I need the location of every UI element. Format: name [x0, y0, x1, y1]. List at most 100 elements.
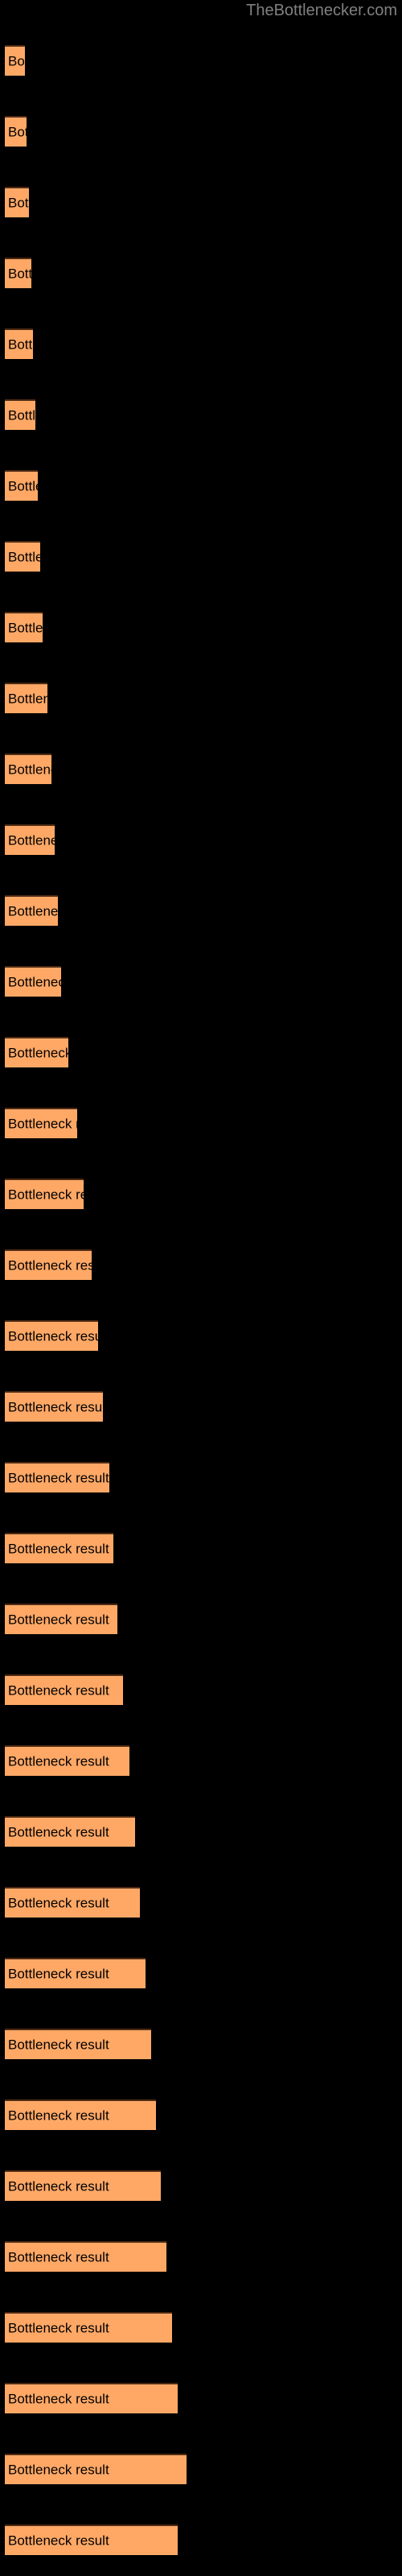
bar[interactable]: Bottleneck result	[5, 258, 31, 288]
bar-label: Bottleneck result	[8, 2178, 109, 2194]
bar-label: Bottleneck result	[8, 195, 29, 211]
bar[interactable]: Bottleneck result	[5, 1037, 68, 1067]
bar-label: Bottleneck result	[8, 1541, 109, 1557]
bar-row: Bottleneck result	[0, 1037, 402, 1067]
bar-label: Bottleneck result	[8, 1753, 109, 1769]
bar-row: Bottleneck result	[0, 683, 402, 713]
bar[interactable]: Bottleneck result	[5, 2029, 151, 2059]
bar-label: Bottleneck result	[8, 974, 61, 990]
bar-row: Bottleneck result	[0, 1674, 402, 1705]
bar[interactable]: Bottleneck result	[5, 1533, 113, 1563]
bar[interactable]: Bottleneck result	[5, 187, 29, 217]
bar-label: Bottleneck result	[8, 1187, 84, 1203]
bar[interactable]: Bottleneck result	[5, 45, 25, 76]
bar[interactable]: Bottleneck result	[5, 399, 35, 430]
bars-layer: Bottleneck result Bottleneck result Bottle…	[0, 0, 402, 2576]
bar-row: Bottleneck result	[0, 1391, 402, 1422]
bar[interactable]: Bottleneck result	[5, 1745, 129, 1776]
bar[interactable]: Bottleneck result	[5, 1391, 103, 1422]
bar-label: Bottleneck result	[8, 1895, 109, 1911]
bar-label: Bottleneck result	[8, 1682, 109, 1699]
bar-row: Bottleneck result	[0, 1958, 402, 1988]
bar-label: Bottleneck result	[8, 407, 35, 423]
bar-row: Bottleneck result	[0, 2170, 402, 2201]
bar-row: Bottleneck result	[0, 1887, 402, 1918]
bar-label: Bottleneck result	[8, 1966, 109, 1982]
bar-label: Bottleneck result	[8, 691, 47, 707]
bar[interactable]: Bottleneck result	[5, 1108, 77, 1138]
bar[interactable]: Bottleneck result	[5, 2524, 178, 2555]
bar[interactable]: Bottleneck result	[5, 895, 58, 926]
bar-row: Bottleneck result	[0, 612, 402, 642]
bar-label: Bottleneck result	[8, 124, 27, 140]
bar-label: Bottleneck result	[8, 1470, 109, 1486]
bar[interactable]: Bottleneck result	[5, 1674, 123, 1705]
bar-label: Bottleneck result	[8, 2249, 109, 2265]
bar[interactable]: Bottleneck result	[5, 2454, 187, 2484]
bar[interactable]: Bottleneck result	[5, 612, 43, 642]
bar-label: Bottleneck result	[8, 1328, 98, 1344]
bar[interactable]: Bottleneck result	[5, 1249, 92, 1280]
bar-label: Bottleneck result	[8, 1116, 77, 1132]
bar-label: Bottleneck result	[8, 2391, 109, 2407]
bar-row: Bottleneck result	[0, 258, 402, 288]
bar-row: Bottleneck result	[0, 187, 402, 217]
bar-label: Bottleneck result	[8, 2037, 109, 2053]
bar-label: Bottleneck result	[8, 620, 43, 636]
bar-label: Bottleneck result	[8, 1257, 92, 1274]
bar-row: Bottleneck result	[0, 2241, 402, 2272]
bar-label: Bottleneck result	[8, 53, 25, 69]
bar-label: Bottleneck result	[8, 903, 58, 919]
bar-row: Bottleneck result	[0, 1462, 402, 1492]
bar[interactable]: Bottleneck result	[5, 1816, 135, 1847]
bar-label: Bottleneck result	[8, 2107, 109, 2124]
bar-row: Bottleneck result	[0, 1533, 402, 1563]
bar-label: Bottleneck result	[8, 1824, 109, 1840]
bar[interactable]: Bottleneck result	[5, 470, 38, 501]
bar-row: Bottleneck result	[0, 328, 402, 359]
bar-row: Bottleneck result	[0, 1816, 402, 1847]
bar-label: Bottleneck result	[8, 1045, 68, 1061]
bar-row: Bottleneck result	[0, 2383, 402, 2413]
bar[interactable]: Bottleneck result	[5, 2170, 161, 2201]
bar-row: Bottleneck result	[0, 2454, 402, 2484]
bar[interactable]: Bottleneck result	[5, 328, 33, 359]
bar[interactable]: Bottleneck result	[5, 1179, 84, 1209]
bar-row: Bottleneck result	[0, 2312, 402, 2343]
bar[interactable]: Bottleneck result	[5, 1604, 117, 1634]
bar-label: Bottleneck result	[8, 336, 33, 353]
bar-row: Bottleneck result	[0, 541, 402, 572]
bar-row: Bottleneck result	[0, 45, 402, 76]
bar-label: Bottleneck result	[8, 266, 31, 282]
bar-label: Bottleneck result	[8, 2320, 109, 2336]
bar[interactable]: Bottleneck result	[5, 2241, 166, 2272]
bar-row: Bottleneck result	[0, 2524, 402, 2555]
bar-row: Bottleneck result	[0, 966, 402, 997]
bar[interactable]: Bottleneck result	[5, 1887, 140, 1918]
bar-label: Bottleneck result	[8, 1399, 103, 1415]
bar[interactable]: Bottleneck result	[5, 1958, 146, 1988]
bar-row: Bottleneck result	[0, 399, 402, 430]
bar-label: Bottleneck result	[8, 832, 55, 848]
bar-row: Bottleneck result	[0, 895, 402, 926]
bar[interactable]: Bottleneck result	[5, 541, 40, 572]
bar[interactable]: Bottleneck result	[5, 2312, 172, 2343]
bar-row: Bottleneck result	[0, 116, 402, 147]
bar-label: Bottleneck result	[8, 2533, 109, 2549]
bar-label: Bottleneck result	[8, 549, 40, 565]
bar[interactable]: Bottleneck result	[5, 683, 47, 713]
bar[interactable]: Bottleneck result	[5, 1462, 109, 1492]
bar[interactable]: Bottleneck result	[5, 753, 51, 784]
bar-row: Bottleneck result	[0, 1604, 402, 1634]
bar[interactable]: Bottleneck result	[5, 824, 55, 855]
bar[interactable]: Bottleneck result	[5, 966, 61, 997]
bar[interactable]: Bottleneck result	[5, 116, 27, 147]
bar-row: Bottleneck result	[0, 2099, 402, 2130]
bar-row: Bottleneck result	[0, 1179, 402, 1209]
bar[interactable]: Bottleneck result	[5, 1320, 98, 1351]
bar[interactable]: Bottleneck result	[5, 2383, 178, 2413]
bar-row: Bottleneck result	[0, 2029, 402, 2059]
bar-row: Bottleneck result	[0, 1320, 402, 1351]
bottleneck-bar-chart: TheBottlenecker.com Bottleneck resultBot…	[0, 0, 402, 2576]
bar[interactable]: Bottleneck result	[5, 2099, 156, 2130]
